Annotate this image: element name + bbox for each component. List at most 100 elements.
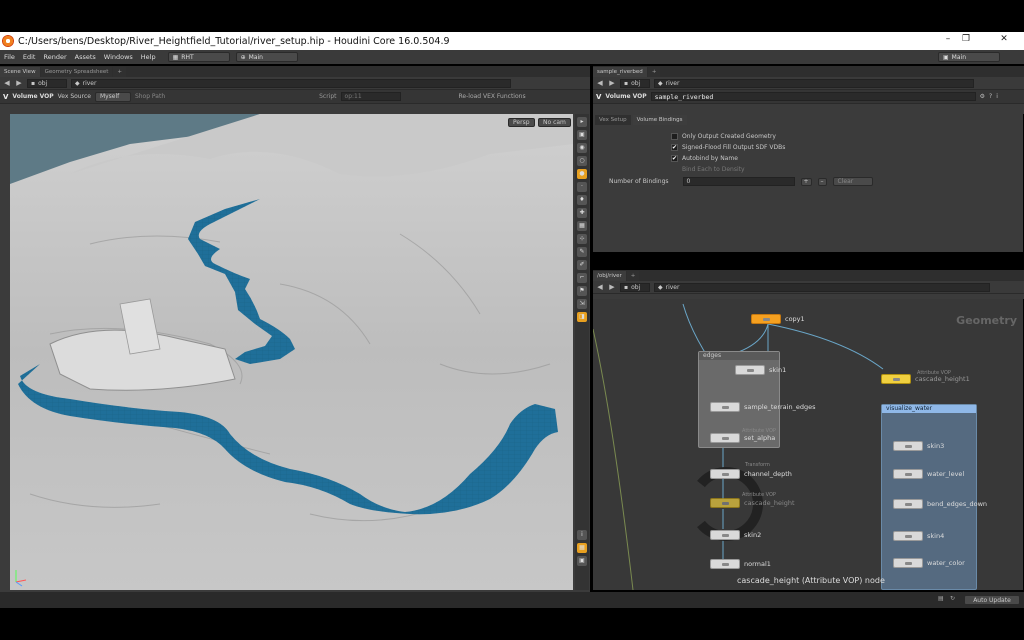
layout-grid-icon[interactable]: ▦ <box>577 543 587 553</box>
node-channel-depth[interactable]: channel_depth <box>710 469 792 479</box>
shelf-set-selector[interactable]: ▦ RHT <box>167 52 230 62</box>
gear-icon[interactable]: ⚙ <box>980 93 985 100</box>
right-desktop-selector[interactable]: ▣ Main <box>938 52 1000 62</box>
tab-volume-bindings[interactable]: Volume Bindings <box>632 114 687 125</box>
brush-icon[interactable]: ✐ <box>577 260 587 270</box>
help-icon[interactable]: ? <box>989 93 992 100</box>
script-label: Script <box>319 93 337 100</box>
checkbox-row[interactable]: ✔ Signed-Flood Fill Output SDF VDBs <box>671 142 1023 153</box>
lock-icon[interactable]: ▣ <box>577 130 587 140</box>
network-tab-bar: /obj/river + <box>593 270 1024 281</box>
add-network-tab-button[interactable]: + <box>626 271 640 281</box>
menu-render[interactable]: Render <box>39 53 70 61</box>
render-icon[interactable]: ▣ <box>577 556 587 566</box>
parameter-pane: Vex Setup Volume Bindings Only Output Cr… <box>593 112 1023 252</box>
checkbox-row[interactable]: Only Output Created Geometry <box>671 131 1023 142</box>
node-skin4[interactable]: skin4 <box>893 531 944 541</box>
back-arrow-icon[interactable]: ◀ <box>596 79 604 88</box>
forward-arrow-icon[interactable]: ▶ <box>15 79 23 88</box>
node-bend-edges-down[interactable]: bend_edges_down <box>893 499 987 509</box>
checkbox-row[interactable]: ✔ Autobind by Name <box>671 153 1023 164</box>
checkbox-autobind[interactable]: ✔ <box>671 155 678 162</box>
parm-path-root[interactable]: ▪ obj <box>620 78 650 88</box>
maximize-button[interactable]: ❐ <box>956 34 976 44</box>
node-skin2[interactable]: skin2 <box>710 530 761 540</box>
node-cascade-height[interactable]: cascade_height <box>710 498 795 508</box>
menu-windows[interactable]: Windows <box>100 53 137 61</box>
minimize-button[interactable]: – <box>938 34 958 44</box>
back-arrow-icon[interactable]: ◀ <box>596 283 604 292</box>
node-water-color[interactable]: water_color <box>893 558 965 568</box>
parm-path-node[interactable]: ◆ river <box>654 78 974 88</box>
tab-vex-setup[interactable]: Vex Setup <box>595 114 631 125</box>
auto-update-button[interactable]: Auto Update <box>964 595 1020 605</box>
menu-help[interactable]: Help <box>137 53 160 61</box>
path-node[interactable]: ◆ river <box>71 78 511 88</box>
node-name-field[interactable]: sample_riverbed <box>650 92 976 101</box>
measure-icon[interactable]: ⌐ <box>577 273 587 283</box>
camera-menu[interactable]: Persp <box>508 118 535 127</box>
camera-icon[interactable]: ◉ <box>577 143 587 153</box>
script-field[interactable]: op:11 <box>340 92 401 101</box>
pen-icon[interactable]: ✎ <box>577 247 587 257</box>
refresh-icon[interactable]: ↻ <box>950 595 955 602</box>
desktop-selector[interactable]: ⊕ Main <box>235 52 298 62</box>
checkbox-only-output[interactable] <box>671 133 678 140</box>
info-icon[interactable]: i <box>996 93 998 100</box>
snap-icon[interactable]: ● <box>577 169 587 179</box>
wire-icon[interactable]: ✚ <box>577 208 587 218</box>
node-water-level[interactable]: water_level <box>893 469 964 479</box>
point-icon[interactable]: · <box>577 182 587 192</box>
select-tool-icon[interactable]: ▸ <box>577 117 587 127</box>
chat-icon[interactable]: ▤ <box>938 595 944 602</box>
light-icon[interactable]: ○ <box>577 156 587 166</box>
display-icon[interactable]: ◨ <box>577 312 587 322</box>
node-normal1[interactable]: normal1 <box>710 559 771 569</box>
close-button[interactable]: ✕ <box>994 34 1014 44</box>
node-cascade-height1[interactable]: cascade_height1 <box>881 374 970 384</box>
network-path-node[interactable]: ◆ river <box>654 282 990 292</box>
3d-viewport[interactable]: Persp No cam <box>10 114 573 590</box>
layout-icon: ▣ <box>943 53 949 61</box>
node-copy1[interactable]: copy1 <box>751 314 805 324</box>
title-bar: C:/Users/bens/Desktop/River_Heightfield_… <box>0 32 1024 50</box>
number-of-bindings-field[interactable]: 0 <box>682 177 795 186</box>
menu-edit[interactable]: Edit <box>19 53 40 61</box>
node-skin3[interactable]: skin3 <box>893 441 944 451</box>
menu-file[interactable]: File <box>0 53 19 61</box>
add-tab-button[interactable]: + <box>113 67 127 77</box>
add-parm-tab-button[interactable]: + <box>647 67 661 77</box>
info-icon[interactable]: i <box>577 530 587 540</box>
tab-scene-view[interactable]: Scene View <box>0 67 40 77</box>
bulb-icon[interactable]: ♦ <box>577 195 587 205</box>
grid-toggle-icon[interactable]: ▦ <box>577 221 587 231</box>
handle-icon[interactable]: ⊹ <box>577 234 587 244</box>
forward-arrow-icon[interactable]: ▶ <box>608 79 616 88</box>
node-channel-depth-subtitle: Transform <box>745 462 770 468</box>
network-path-root[interactable]: ▪ obj <box>620 282 650 292</box>
path-root[interactable]: ▪ obj <box>27 78 67 88</box>
vex-source-selector[interactable]: Myself <box>94 91 131 102</box>
checkbox-row[interactable]: Bind Each to Density <box>671 164 1023 175</box>
checkbox-signed-flood-fill[interactable]: ✔ <box>671 144 678 151</box>
camera-mode-menu[interactable]: No cam <box>538 118 571 127</box>
network-editor[interactable]: Geometry copy1 edges skin1 sample_terrai… <box>593 299 1023 590</box>
scale-icon[interactable]: ⇲ <box>577 299 587 309</box>
remove-binding-button[interactable]: – <box>817 177 827 186</box>
parm-sub-tabs: Vex Setup Volume Bindings <box>593 114 1023 125</box>
menu-assets[interactable]: Assets <box>71 53 100 61</box>
add-binding-button[interactable]: + <box>800 177 812 186</box>
node-set-alpha[interactable]: set_alpha <box>710 433 775 443</box>
flag-icon[interactable]: ⚑ <box>577 286 587 296</box>
back-arrow-icon[interactable]: ◀ <box>3 79 11 88</box>
reload-vex-button[interactable]: Re-load VEX Functions <box>459 93 526 100</box>
node-skin1[interactable]: skin1 <box>735 365 786 375</box>
forward-arrow-icon[interactable]: ▶ <box>608 283 616 292</box>
node-sample-terrain-edges[interactable]: sample_terrain_edges <box>710 402 815 412</box>
tab-geometry-spreadsheet[interactable]: Geometry Spreadsheet <box>40 67 113 77</box>
tab-obj-river[interactable]: /obj/river <box>593 271 626 281</box>
left-path-bar: ◀ ▶ ▪ obj ◆ river <box>0 77 590 90</box>
tab-sample-riverbed[interactable]: sample_riverbed <box>593 67 647 77</box>
clear-bindings-button[interactable]: Clear <box>832 177 873 186</box>
obj-icon: ▪ <box>624 79 629 87</box>
